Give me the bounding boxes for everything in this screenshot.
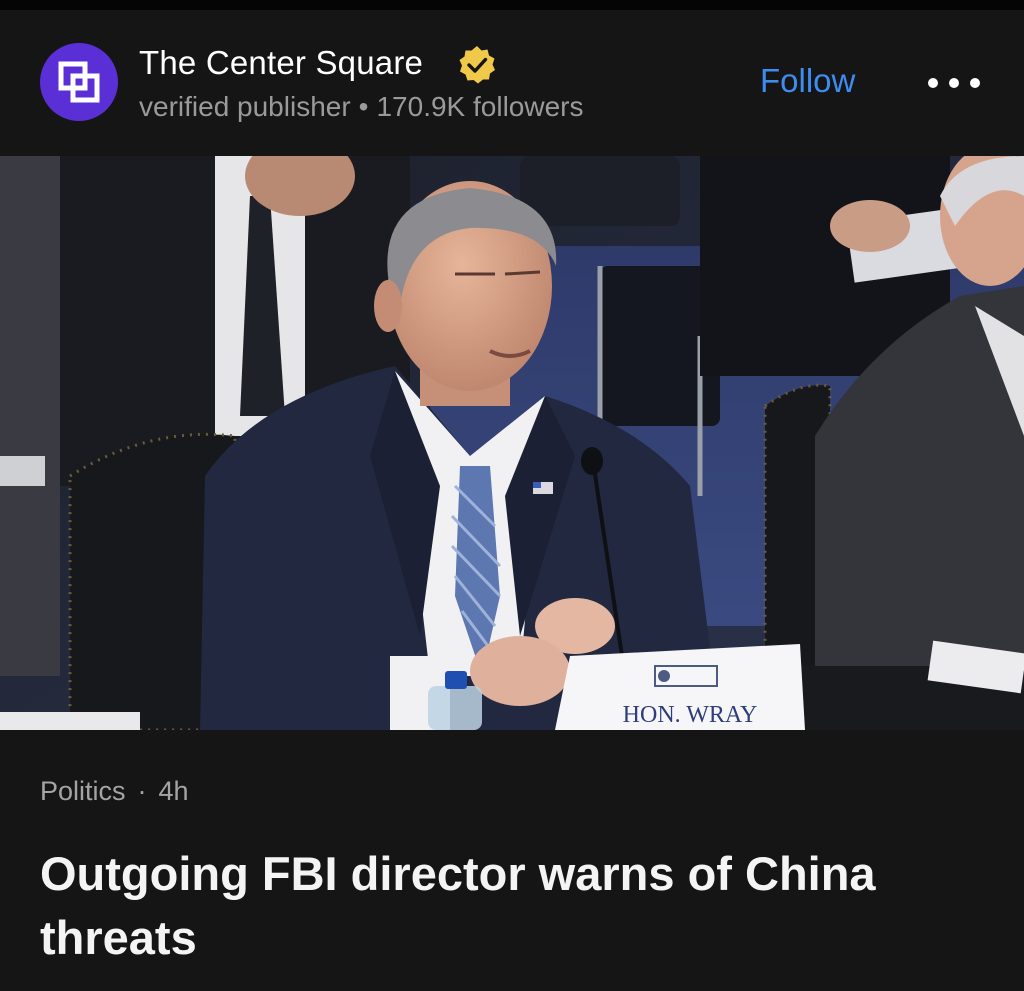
verified-publisher-label: verified publisher	[139, 91, 351, 122]
status-strip	[0, 0, 1024, 10]
article-meta-separator: ·	[137, 776, 147, 806]
publisher-logo-icon	[58, 61, 100, 103]
publisher-avatar[interactable]	[40, 43, 118, 121]
article-category[interactable]: Politics	[40, 776, 126, 806]
publisher-header: The Center Square verified publisher • 170…	[0, 10, 1024, 156]
article-headline[interactable]: Outgoing FBI director warns of China thr…	[40, 842, 980, 970]
publisher-meta: verified publisher • 170.9K followers	[139, 91, 584, 123]
publisher-name[interactable]: The Center Square	[139, 44, 423, 82]
verified-badge-icon	[459, 46, 495, 84]
hearing-photo-illustration: HON. WRAY	[0, 156, 1024, 730]
nameplate-text: HON. WRAY	[623, 702, 758, 728]
article-meta: Politics · 4h	[40, 776, 189, 807]
article-age: 4h	[158, 776, 189, 806]
followers-count: 170.9K followers	[376, 91, 584, 122]
more-options-icon[interactable]	[928, 68, 980, 98]
meta-separator: •	[358, 91, 369, 122]
article-photo[interactable]: HON. WRAY	[0, 156, 1024, 730]
follow-button[interactable]: Follow	[760, 62, 855, 100]
